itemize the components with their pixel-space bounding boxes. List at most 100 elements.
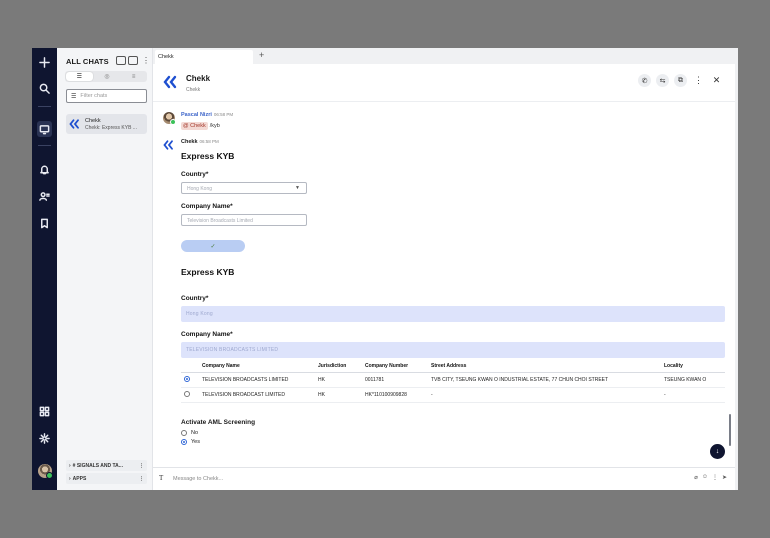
apps-grid-icon[interactable]	[32, 402, 57, 420]
section-apps[interactable]: › APPS ⋮	[66, 473, 147, 484]
company-label: Company Name*	[181, 203, 233, 210]
text-format-icon[interactable]: T	[159, 474, 163, 482]
message-sender[interactable]: Chekk 06:58 PM	[181, 139, 219, 145]
add-tab-button[interactable]: +	[259, 50, 264, 60]
aml-option-yes[interactable]: Yes	[181, 439, 200, 445]
radio-unselected[interactable]	[184, 390, 190, 397]
table-cell: TELEVISION BROADCASTS LIMITED	[199, 372, 315, 388]
more-options-icon[interactable]: ⋮	[139, 463, 144, 469]
bell-icon[interactable]	[32, 160, 57, 178]
chevron-right-icon: ›	[69, 475, 71, 482]
sidebar-title: ALL CHATS	[66, 57, 109, 66]
country-select[interactable]: Hong Kong ▼	[181, 182, 307, 194]
radio-selected[interactable]	[184, 375, 190, 382]
result-company-label: Company Name*	[181, 331, 233, 338]
section-label: APPS	[72, 475, 87, 482]
chat-list-item[interactable]: Chekk Chekk: Express KYB ...	[66, 114, 147, 134]
new-folder-icon[interactable]	[116, 56, 126, 65]
table-cell: -	[661, 387, 725, 403]
message-input[interactable]: Message to Chekk...	[173, 476, 223, 482]
company-results-table: Company Name Jurisdiction Company Number…	[181, 361, 725, 403]
table-cell: TSEUNG KWAN O	[661, 372, 725, 388]
mention-chip[interactable]: @ Chekk	[181, 122, 208, 130]
option-label: Yes	[191, 439, 200, 445]
user-avatar[interactable]	[38, 464, 53, 479]
scroll-to-bottom-button[interactable]: ↓	[710, 444, 725, 459]
compact-view-icon[interactable]: ◎	[94, 71, 121, 82]
sender-name[interactable]: Chekk	[181, 139, 198, 145]
filter-icon: ☰	[71, 93, 77, 100]
column-header: Locality	[661, 361, 725, 373]
rail-divider	[38, 106, 51, 107]
section-signals[interactable]: › # SIGNALS AND TA... ⋮	[66, 460, 147, 471]
close-icon[interactable]: ✕	[710, 74, 723, 87]
bookmark-icon[interactable]	[32, 214, 57, 232]
message-text: /kyb	[209, 123, 220, 129]
new-chat-icon[interactable]	[32, 53, 57, 71]
column-header: Street Address	[428, 361, 661, 373]
emoji-icon[interactable]: ☺	[702, 474, 708, 481]
more-options-icon[interactable]: ⋮	[692, 74, 705, 87]
column-header: Company Name	[199, 361, 315, 373]
table-cell: -	[428, 387, 661, 403]
chevron-down-icon: ▼	[295, 185, 300, 191]
header-actions: ✆ ⇆ ⧉ ⋮ ✕	[638, 74, 723, 87]
sender-name[interactable]: Pascal Nizri	[181, 112, 212, 118]
company-name-field[interactable]: Television Broadcasts Limited	[181, 214, 307, 226]
chat-item-name: Chekk	[85, 118, 101, 124]
country-select-value: Hong Kong	[187, 186, 213, 192]
search-icon[interactable]	[32, 79, 57, 97]
chats-icon[interactable]	[32, 120, 57, 138]
attach-icon[interactable]: ⌀	[694, 474, 698, 481]
chekk-logo-icon	[163, 139, 175, 151]
radio-unselected[interactable]	[181, 430, 187, 436]
more-options-icon[interactable]: ⋮	[142, 56, 150, 65]
table-row[interactable]: TELEVISION BROADCASTS LIMITED HK 0011781…	[181, 372, 725, 388]
country-label: Country*	[181, 171, 209, 178]
table-header-row: Company Name Jurisdiction Company Number…	[181, 361, 725, 373]
row-select-cell[interactable]	[181, 372, 199, 388]
tab-chekk[interactable]: Chekk	[155, 50, 253, 64]
result-title: Express KYB	[181, 267, 235, 277]
chat-title: Chekk	[186, 74, 211, 83]
more-options-icon[interactable]: ⋮	[139, 476, 144, 482]
list-view-icon[interactable]: ☰	[66, 72, 93, 81]
scrollbar[interactable]	[729, 414, 731, 446]
row-select-cell[interactable]	[181, 387, 199, 403]
app-window: ALL CHATS ⋮ ☰ ◎ ≡ ☰ Filter chats Chekk C…	[32, 48, 738, 490]
table-row[interactable]: TELEVISION BROADCAST LIMITED HK HK*11010…	[181, 387, 725, 403]
contacts-icon[interactable]	[32, 187, 57, 205]
chat-item-preview: Chekk: Express KYB ...	[85, 125, 137, 131]
tab-bar: Chekk +	[153, 48, 738, 64]
sidebar-header-actions	[116, 56, 138, 65]
main-area: Chekk + g Chekk Chekk ✆ ⇆ ⧉ ⋮ ✕	[153, 48, 738, 490]
result-country-field: Hong Kong	[181, 306, 725, 322]
filter-chats-input[interactable]: ☰ Filter chats	[66, 89, 147, 103]
chekk-logo-icon	[69, 118, 81, 130]
message-sender[interactable]: Pascal Nizri 06:58 PM	[181, 112, 233, 118]
detailed-view-icon[interactable]: ≡	[120, 71, 147, 82]
result-country-label: Country*	[181, 295, 209, 302]
transfer-icon[interactable]: ⇆	[656, 74, 669, 87]
chekk-logo-icon	[163, 74, 179, 90]
phone-icon[interactable]: ✆	[638, 74, 651, 87]
table-cell: HK	[315, 387, 362, 403]
submit-button[interactable]: ✓	[181, 240, 245, 252]
chat-header: Chekk Chekk ✆ ⇆ ⧉ ⋮ ✕	[153, 64, 735, 102]
compose-icon[interactable]	[128, 56, 138, 65]
chat-subtitle: Chekk	[186, 87, 201, 93]
table-cell: HK*110100909828	[362, 387, 428, 403]
rail-divider	[38, 145, 51, 146]
nav-rail	[32, 48, 57, 490]
table-cell: 0011781	[362, 372, 428, 388]
settings-gear-icon[interactable]	[32, 429, 57, 447]
chat-list-sidebar: ALL CHATS ⋮ ☰ ◎ ≡ ☰ Filter chats Chekk C…	[57, 48, 153, 490]
open-external-icon[interactable]: ⧉	[674, 74, 687, 87]
avatar[interactable]	[163, 112, 176, 125]
send-icon[interactable]: ➤	[722, 474, 727, 481]
aml-option-no[interactable]: No	[181, 430, 198, 436]
column-header	[181, 361, 199, 373]
message-time: 06:58 PM	[199, 139, 219, 144]
more-options-icon[interactable]: ⋮	[712, 474, 718, 481]
radio-selected[interactable]	[181, 439, 187, 445]
